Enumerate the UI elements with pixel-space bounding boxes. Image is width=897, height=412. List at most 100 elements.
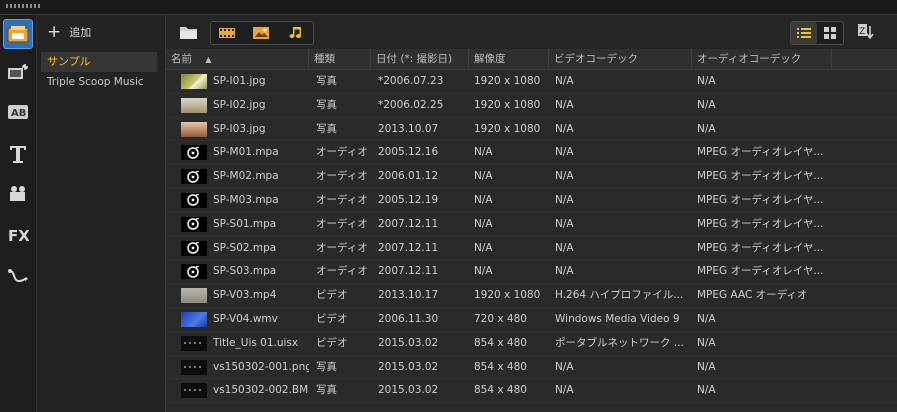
file-resolution: 1920 x 1080 [474,75,541,87]
file-type: オーディオ [316,146,368,159]
svg-text:AB: AB [11,108,26,119]
file-thumbnail [181,97,207,113]
column-header-date[interactable]: 日付 (*: 撮影日) [371,49,469,69]
file-type: オーディオ [316,193,368,206]
audio-file-icon [181,216,207,232]
file-date: 2005.12.16 [378,146,439,159]
file-audio-codec: N/A [697,384,716,397]
file-name: SP-V03.mp4 [213,289,277,302]
file-date: *2006.07.23 [378,75,444,87]
file-video-codec: H.264 ハイプロファイル... [555,289,684,302]
browse-folder-button[interactable] [175,21,203,43]
file-name: SP-I03.jpg [213,122,266,135]
table-row[interactable]: vs150302-001.png 写真 2015.03.02 854 x 480 N/A… [166,356,897,380]
sort-ascending-icon: ▲ [205,55,212,64]
audio-file-icon [181,264,207,280]
file-video-codec: N/A [555,360,574,373]
svg-text:FX: FX [8,227,29,244]
path-motion-icon[interactable] [3,261,33,291]
media-library-icon[interactable] [3,19,33,49]
table-row[interactable]: SP-I01.jpg 写真 *2006.07.23 1920 x 1080 N/A N/A [166,70,897,94]
column-header-name[interactable]: 名前 ▲ [166,49,309,69]
file-type: オーディオ [316,265,368,278]
file-name: SP-V04.wmv [213,312,278,325]
table-row[interactable]: SP-M01.mpa オーディオ 2005.12.16 N/A N/A MPEG オーディ… [166,141,897,166]
sort-icon: Z [858,24,874,40]
file-video-codec: N/A [555,122,574,135]
file-audio-codec: N/A [697,336,716,349]
list-view-button[interactable] [791,22,817,44]
list-view-icon [797,28,811,38]
table-row[interactable]: SP-V03.mp4 ビデオ 2013.10.17 1920 x 1080 H.264 … [166,284,897,308]
transition-icon[interactable] [3,178,33,208]
show-video-button[interactable] [213,22,241,44]
file-name: Title_Uis 01.uisx [213,336,299,349]
file-name: SP-M01.mpa [213,146,279,159]
table-row[interactable]: SP-M02.mpa オーディオ 2006.01.12 N/A N/A MPEG オーディ… [166,165,897,189]
add-folder-button[interactable]: + 追加 [47,21,91,43]
media-filter-group [210,21,314,45]
file-resolution: 1920 x 1080 [474,122,541,135]
file-thumbnail [181,74,207,89]
table-row[interactable]: vs150302-002.BMP 写真 2015.03.02 854 x 480 N/A… [166,379,897,404]
file-video-codec: N/A [555,384,574,397]
fx-filter-icon[interactable]: FX [3,220,33,250]
file-name: vs150302-002.BMP [213,384,309,397]
file-type: ビデオ [316,289,348,302]
thumbnail-view-button[interactable] [817,22,843,44]
file-audio-codec: MPEG オーディオレイヤ... [697,193,824,206]
file-thumbnail [181,121,207,137]
file-thumbnail [181,288,207,304]
drag-grip[interactable] [6,4,42,8]
template-ab-icon[interactable]: AB [3,97,33,127]
audio-file-icon [181,169,207,185]
table-row[interactable]: SP-S03.mpa オーディオ 2007.12.11 N/A N/A MPEG オーディ… [166,260,897,285]
folder-item-triple-scoop-music[interactable]: Triple Scoop Music [41,72,157,92]
plus-icon: + [47,21,62,42]
column-header-type[interactable]: 種類 [309,49,371,69]
table-row[interactable]: SP-M03.mpa オーディオ 2005.12.19 N/A N/A MPEG オーディ… [166,189,897,213]
file-resolution: 1920 x 1080 [474,289,541,302]
table-row[interactable]: SP-I03.jpg 写真 2013.10.07 1920 x 1080 N/A N/A [166,118,897,142]
file-name: SP-I01.jpg [213,75,266,87]
table-row[interactable]: SP-V04.wmv ビデオ 2006.11.30 720 x 480 Windows … [166,308,897,332]
table-row[interactable]: Title_Uis 01.uisx ビデオ 2015.03.02 854 x 480 ポ… [166,332,897,356]
table-row[interactable]: SP-S01.mpa オーディオ 2007.12.11 N/A N/A MPEG オーディ… [166,213,897,237]
file-type: 写真 [316,360,337,373]
sort-button[interactable]: Z [852,21,880,43]
column-header-audio-codec[interactable]: オーディオコーデック [692,49,832,69]
column-header-row: 名前 ▲ 種類 日付 (*: 撮影日) 解像度 ビデオコーデック オーディオコー… [166,49,897,70]
file-name: SP-S02.mpa [213,241,277,254]
column-header-video-codec[interactable]: ビデオコーデック [549,49,692,69]
table-row[interactable]: SP-I02.jpg 写真 *2006.02.25 1920 x 1080 N/A N/A [166,94,897,118]
file-video-codec: Windows Media Video 9 [555,312,680,325]
table-row[interactable]: SP-S02.mpa オーディオ 2007.12.11 N/A N/A MPEG オーディ… [166,237,897,261]
file-thumbnail [181,311,207,327]
instant-project-icon[interactable] [3,57,33,87]
file-video-codec: N/A [555,170,574,183]
folder-item-sample[interactable]: サンプル [41,52,157,72]
library-tool-bar: AB FX [0,15,37,412]
file-date: 2013.10.17 [378,289,439,302]
file-audio-codec: N/A [697,122,716,135]
file-resolution: 854 x 480 [474,360,527,373]
folder-icon [180,27,197,39]
file-resolution: N/A [474,146,493,159]
file-video-codec: ポータブルネットワーク ... [555,336,684,349]
file-audio-codec: MPEG オーディオレイヤ... [697,146,824,159]
file-resolution: 720 x 480 [474,312,527,325]
file-resolution: 854 x 480 [474,336,527,349]
file-video-codec: N/A [555,146,574,159]
file-date: 2013.10.07 [378,122,439,135]
file-date: 2006.01.12 [378,170,439,183]
column-header-resolution[interactable]: 解像度 [469,49,549,69]
file-date: *2006.02.25 [378,98,444,111]
file-type: オーディオ [316,170,368,183]
file-resolution: N/A [474,217,493,230]
file-audio-codec: MPEG オーディオレイヤ... [697,170,824,183]
title-icon[interactable] [3,139,33,169]
show-audio-button[interactable] [281,22,309,44]
show-photo-button[interactable] [247,22,275,44]
file-video-codec: N/A [555,241,574,254]
file-video-codec: N/A [555,217,574,230]
